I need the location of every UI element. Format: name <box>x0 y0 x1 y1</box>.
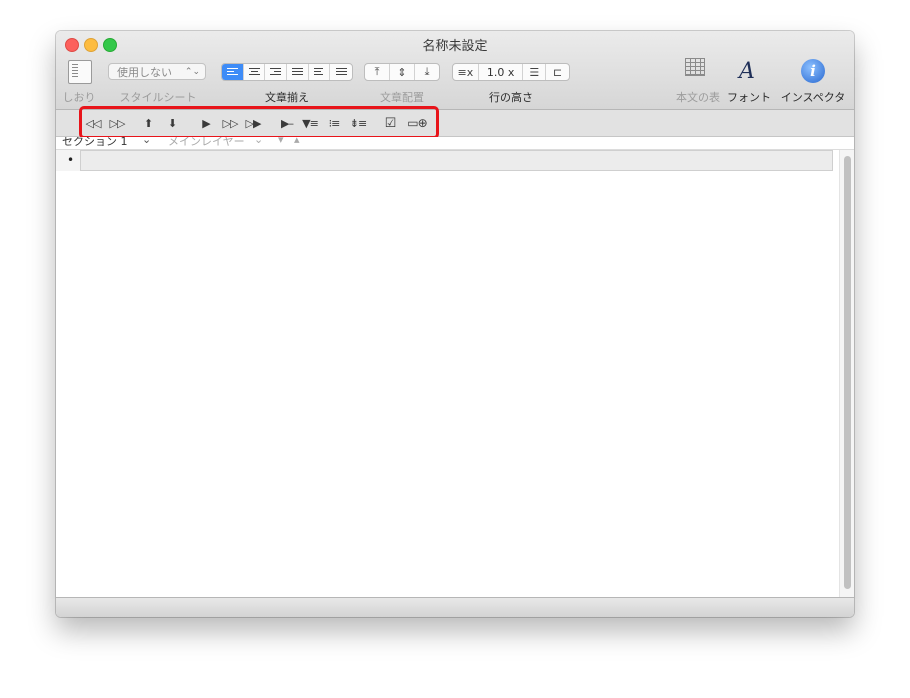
line-height-reset-button[interactable]: ≡x <box>453 64 479 80</box>
stylesheet-popup[interactable]: 使用しない ⌃⌄ <box>108 63 206 80</box>
status-bar <box>56 597 854 617</box>
align-distributed-button[interactable] <box>330 64 352 80</box>
align-center-button[interactable] <box>244 64 266 80</box>
line-height-decrease-button[interactable]: ⊏ <box>546 64 569 80</box>
align-right-button[interactable] <box>265 64 288 80</box>
line-height-segmented-control: ≡x 1.0 x ☰ ⊏ <box>452 63 570 81</box>
alignment-segmented-control <box>221 63 353 81</box>
chevron-updown-icon: ⌃⌄ <box>184 67 200 77</box>
align-decimal-button[interactable] <box>309 64 331 80</box>
inspector-icon[interactable]: i <box>801 59 825 83</box>
outline-bullet[interactable]: • <box>67 153 74 167</box>
layer-up-icon[interactable]: ▴ <box>294 137 300 146</box>
align-center-icon <box>248 68 260 76</box>
title-bar-toolbar: 名称未設定 しおり 使用しない ⌃⌄ スタイルシート 文章揃え ⤒ ⇕ ⤓ 文章… <box>56 31 854 110</box>
line-spacing-x-icon: ≡x <box>457 65 474 79</box>
align-right-icon <box>270 68 282 76</box>
line-spacing-icon: ☰ <box>529 65 540 79</box>
place-middle-icon: ⇕ <box>397 65 407 79</box>
app-window: 名称未設定 しおり 使用しない ⌃⌄ スタイルシート 文章揃え ⤒ ⇕ ⤓ 文章… <box>56 31 854 617</box>
table-label: 本文の表 <box>676 91 720 104</box>
line-height-value[interactable]: 1.0 x <box>479 64 524 80</box>
bracket-lines-icon: ⊏ <box>552 65 563 79</box>
bookmark-label: しおり <box>62 91 96 104</box>
bookmark-icon[interactable] <box>68 60 92 84</box>
line-height-label: 行の高さ <box>489 91 533 104</box>
table-icon[interactable] <box>685 58 705 76</box>
stylesheet-popup-value: 使用しない <box>117 66 172 79</box>
vertical-scrollbar[interactable] <box>839 150 854 597</box>
inspector-label: インスペクタ <box>780 91 846 104</box>
align-justify-icon <box>291 68 303 76</box>
alignment-label: 文章揃え <box>265 91 309 104</box>
chevron-down-icon: ⌄ <box>254 137 264 146</box>
align-left-button[interactable] <box>222 64 244 80</box>
document-area[interactable]: • <box>56 150 839 597</box>
section-popup[interactable]: セクション 1 <box>62 137 128 149</box>
place-top-button[interactable]: ⤒ <box>365 64 390 80</box>
align-left-icon <box>226 68 238 76</box>
align-justify-button[interactable] <box>287 64 309 80</box>
font-label: フォント <box>727 91 771 104</box>
place-bottom-button[interactable]: ⤓ <box>415 64 439 80</box>
text-placement-segmented-control: ⤒ ⇕ ⤓ <box>364 63 440 81</box>
window-title: 名称未設定 <box>422 39 488 54</box>
layer-down-icon[interactable]: ▾ <box>278 137 284 146</box>
scrollbar-thumb[interactable] <box>844 156 851 589</box>
section-layer-bar: セクション 1 ⌄ メインレイヤー ⌄ ▾ ▴ <box>56 137 854 150</box>
font-icon[interactable]: A <box>739 59 755 84</box>
chevron-down-icon: ⌄ <box>142 137 152 146</box>
place-top-icon: ⤒ <box>374 65 380 78</box>
text-placement-label: 文章配置 <box>380 91 424 104</box>
outline-row-entry[interactable] <box>80 150 833 171</box>
align-decimal-icon <box>313 68 325 76</box>
highlight-annotation <box>79 106 439 139</box>
layer-popup[interactable]: メインレイヤー <box>168 137 245 149</box>
align-distributed-icon <box>335 68 347 76</box>
place-bottom-icon: ⤓ <box>424 65 430 78</box>
line-height-increase-button[interactable]: ☰ <box>523 64 547 80</box>
place-middle-button[interactable]: ⇕ <box>390 64 415 80</box>
stylesheet-label: スタイルシート <box>119 91 197 104</box>
